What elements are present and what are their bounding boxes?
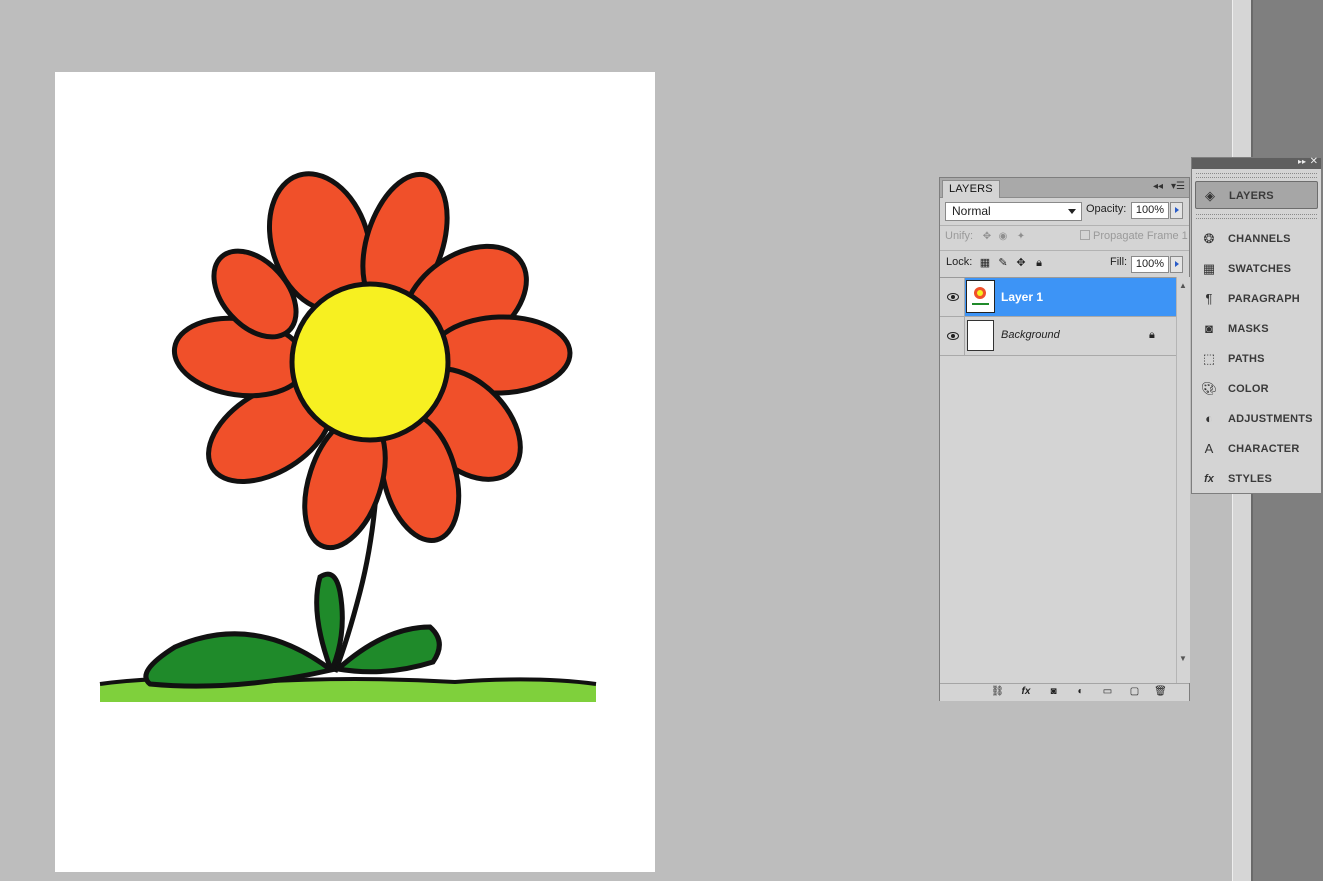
layers-panel-footer: ⛓ fx ◙ ◐ ▭ ▢ 🗑︎ bbox=[940, 683, 1189, 701]
dock-item-label: CHARACTER bbox=[1228, 443, 1300, 455]
right-leaf bbox=[332, 624, 442, 675]
layer-list-scrollbar[interactable]: ▲ ▼ bbox=[1176, 277, 1190, 683]
dock-item-character[interactable]: A CHARACTER bbox=[1195, 435, 1318, 463]
opacity-input[interactable]: 100% bbox=[1131, 202, 1169, 219]
dock-item-styles[interactable]: fx STYLES bbox=[1195, 465, 1318, 493]
unify-label: Unify: bbox=[945, 230, 974, 242]
lock-all-icon[interactable]: 🔒︎ bbox=[1033, 257, 1045, 269]
dock-item-label: ADJUSTMENTS bbox=[1228, 413, 1313, 425]
scroll-up-icon[interactable]: ▲ bbox=[1179, 281, 1187, 290]
dock-item-paragraph[interactable]: ¶ PARAGRAPH bbox=[1195, 285, 1318, 313]
link-layers-icon[interactable]: ⛓ bbox=[991, 686, 1004, 698]
divider bbox=[940, 225, 1189, 226]
layer-row-background[interactable]: Background 🔒︎ bbox=[940, 317, 1176, 356]
expand-icon[interactable]: ▸▸ bbox=[1298, 157, 1306, 166]
layer-row-layer-1[interactable]: Layer 1 bbox=[940, 278, 1176, 317]
dock-item-label: LAYERS bbox=[1229, 190, 1274, 202]
adjustments-icon: ◐ bbox=[1205, 411, 1213, 426]
lock-position-icon[interactable]: ✥ bbox=[1015, 257, 1027, 269]
propagate-label: Propagate Frame 1 bbox=[1093, 230, 1188, 242]
flower-artwork bbox=[99, 171, 597, 702]
dock-item-channels[interactable]: ❂ CHANNELS bbox=[1195, 225, 1318, 253]
adjustment-icon[interactable]: ◐ bbox=[1074, 686, 1087, 698]
masks-icon: ◙ bbox=[1205, 321, 1213, 336]
layer-thumbnail bbox=[967, 320, 994, 351]
character-icon: A bbox=[1204, 441, 1214, 456]
dock-item-masks[interactable]: ◙ MASKS bbox=[1195, 315, 1318, 343]
panel-dock: ▸▸ ✕ ◈ LAYERS ❂ CHANNELS ▦ SWATCHES ¶ PA… bbox=[1191, 156, 1322, 494]
fill-slider-arrow-icon[interactable] bbox=[1170, 256, 1183, 273]
layer-thumbnail bbox=[966, 280, 995, 313]
layers-panel: LAYERS ◂◂ ▾☰ Normal Opacity: 100% Unify:… bbox=[939, 177, 1190, 701]
opacity-slider-arrow-icon[interactable] bbox=[1170, 202, 1183, 219]
close-icon[interactable]: ✕ bbox=[1310, 156, 1318, 167]
unify-position-icon[interactable]: ✥ bbox=[981, 231, 993, 242]
middle-leaf bbox=[314, 571, 345, 670]
fx-icon[interactable]: fx bbox=[1018, 686, 1034, 698]
dock-item-swatches[interactable]: ▦ SWATCHES bbox=[1195, 255, 1318, 283]
flower-thumbnail-icon bbox=[972, 287, 989, 305]
lock-image-icon[interactable]: ✎ bbox=[997, 257, 1009, 269]
dock-item-label: PATHS bbox=[1228, 353, 1265, 365]
unify-style-icon[interactable]: ✦ bbox=[1015, 231, 1027, 242]
paths-icon: ⬚ bbox=[1202, 351, 1216, 366]
layer-name[interactable]: Background bbox=[1001, 329, 1060, 341]
propagate-frame-checkbox[interactable]: Propagate Frame 1 bbox=[1080, 230, 1188, 242]
layer-list: Layer 1 Background 🔒︎ bbox=[940, 277, 1176, 684]
dock-item-label: PARAGRAPH bbox=[1228, 293, 1300, 305]
opacity-label: Opacity: bbox=[1086, 203, 1127, 215]
dock-item-label: COLOR bbox=[1228, 383, 1269, 395]
color-icon: 🎨︎ bbox=[1201, 381, 1218, 396]
blend-mode-value: Normal bbox=[952, 204, 991, 218]
dock-item-label: MASKS bbox=[1228, 323, 1269, 335]
new-layer-icon[interactable]: ▢ bbox=[1128, 686, 1141, 698]
tab-layers[interactable]: LAYERS bbox=[942, 180, 1000, 198]
eye-icon bbox=[947, 332, 959, 340]
layers-panel-titlebar[interactable]: LAYERS ◂◂ ▾☰ bbox=[940, 178, 1189, 198]
lock-label: Lock: bbox=[946, 256, 973, 268]
dock-item-layers[interactable]: ◈ LAYERS bbox=[1195, 181, 1318, 209]
dock-titlebar[interactable]: ▸▸ ✕ bbox=[1192, 156, 1321, 169]
styles-icon: fx bbox=[1204, 473, 1214, 485]
layers-icon: ◈ bbox=[1205, 188, 1215, 203]
trash-icon[interactable]: 🗑︎ bbox=[1154, 686, 1167, 698]
lock-transparent-icon[interactable]: ▦ bbox=[979, 257, 991, 269]
swatches-icon: ▦ bbox=[1202, 261, 1216, 276]
lock-icon: 🔒︎ bbox=[1149, 329, 1155, 341]
flower-center bbox=[289, 281, 451, 443]
dock-item-paths[interactable]: ⬚ PATHS bbox=[1195, 345, 1318, 373]
dock-item-label: SWATCHES bbox=[1228, 263, 1292, 275]
visibility-toggle[interactable] bbox=[940, 317, 965, 355]
visibility-toggle[interactable] bbox=[940, 278, 965, 316]
checkbox-icon bbox=[1080, 230, 1090, 240]
scroll-down-icon[interactable]: ▼ bbox=[1179, 654, 1187, 663]
chevron-down-icon bbox=[1068, 209, 1076, 214]
dock-item-adjustments[interactable]: ◐ ADJUSTMENTS bbox=[1195, 405, 1318, 433]
dock-item-color[interactable]: 🎨︎ COLOR bbox=[1195, 375, 1318, 403]
blend-mode-select[interactable]: Normal bbox=[945, 202, 1082, 221]
dock-item-label: CHANNELS bbox=[1228, 233, 1291, 245]
dock-item-label: STYLES bbox=[1228, 473, 1272, 485]
group-folder-icon[interactable]: ▭ bbox=[1101, 686, 1114, 698]
paragraph-icon: ¶ bbox=[1205, 291, 1213, 306]
collapse-icon[interactable]: ◂◂ bbox=[1153, 181, 1163, 192]
mask-icon[interactable]: ◙ bbox=[1047, 686, 1060, 698]
divider bbox=[940, 250, 1189, 251]
fill-label: Fill: bbox=[1110, 256, 1128, 268]
dock-grip[interactable] bbox=[1196, 214, 1317, 219]
left-leaf bbox=[143, 631, 337, 689]
layer-name[interactable]: Layer 1 bbox=[1001, 290, 1043, 304]
unify-visibility-icon[interactable]: ◉ bbox=[997, 231, 1009, 242]
eye-icon bbox=[947, 293, 959, 301]
dock-grip[interactable] bbox=[1196, 173, 1317, 178]
panel-menu-icon[interactable]: ▾☰ bbox=[1171, 181, 1185, 192]
channels-icon: ❂ bbox=[1203, 231, 1215, 246]
document-canvas[interactable] bbox=[55, 72, 655, 872]
fill-input[interactable]: 100% bbox=[1131, 256, 1169, 273]
